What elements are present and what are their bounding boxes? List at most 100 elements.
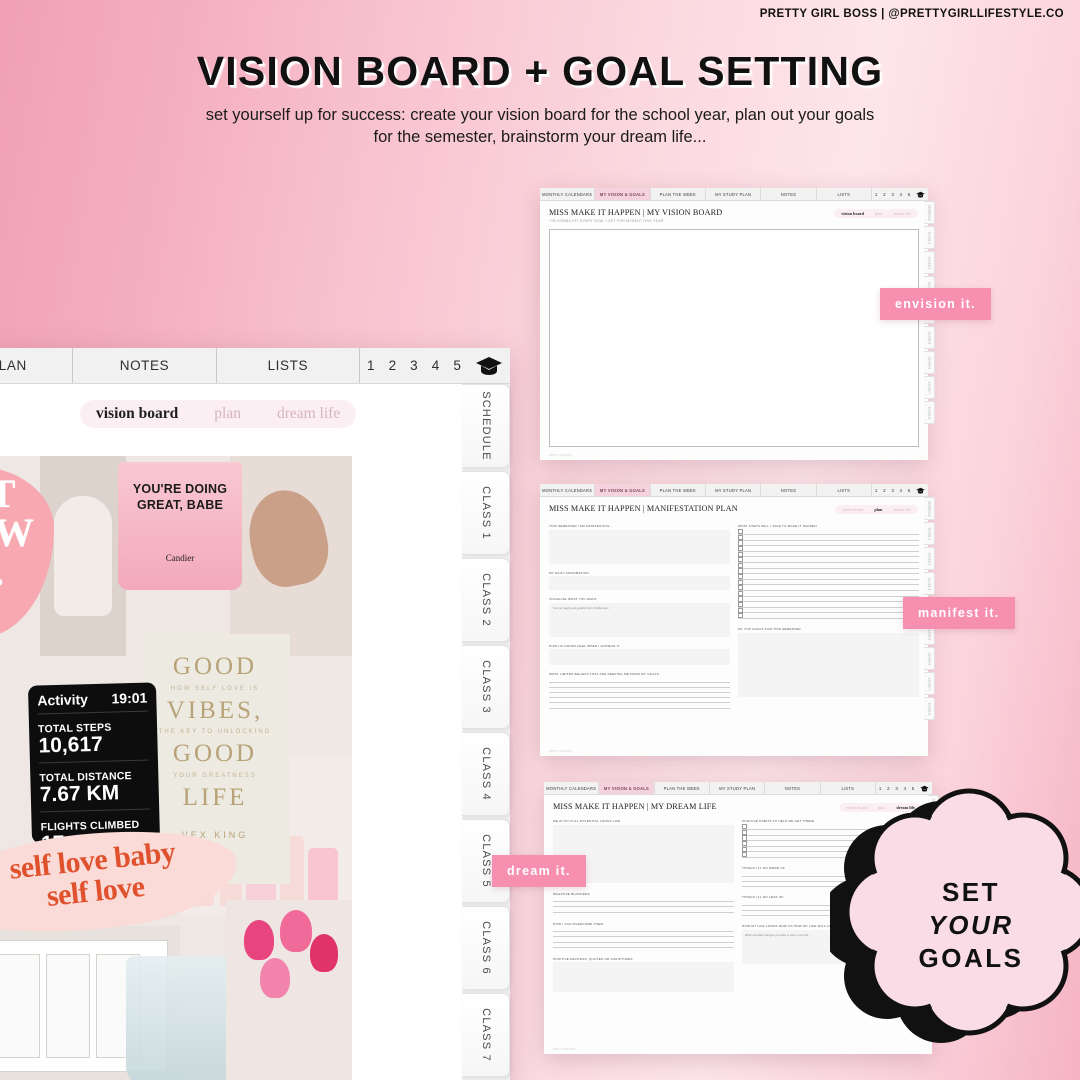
sidebar-item-class-2[interactable]: CLASS 2 [462,558,510,642]
sidebar-item-class-7[interactable]: CLASS 7 [924,376,935,399]
page-number-3[interactable]: 3 [410,358,418,373]
page-number-4[interactable]: 4 [432,358,440,373]
tab-my-study-plan[interactable]: MY STUDY PLAN [706,484,762,496]
sidebar-item-schedule[interactable]: SCHEDULE [462,384,510,468]
sidebar-item-class-2[interactable]: CLASS 2 [924,547,935,570]
big-planner-section-chips[interactable]: vision board plan dream life [80,400,357,428]
callout-manifest-it: manifest it. [903,597,1015,629]
tab-monthly-calendars[interactable]: MONTHLY CALENDARS [544,782,600,794]
sidebar-item-schedule[interactable]: SCHEDULE [924,201,935,224]
page-number-1[interactable]: 1 [367,358,375,373]
page-number-group[interactable]: 1 2 3 4 5 [872,484,928,496]
vision-board-canvas[interactable] [549,229,919,447]
page-number-5[interactable]: 5 [908,192,910,197]
page-number-1[interactable]: 1 [875,192,877,197]
graduation-cap-icon[interactable] [916,487,925,494]
field-group: HOW I CAN OVERCOME THEM [553,922,734,948]
tab-notes[interactable]: NOTES [765,782,821,794]
chip-plan[interactable]: plan [875,211,882,216]
sidebar-item-class-8[interactable]: CLASS 8 [924,401,935,424]
chip-plan[interactable]: plan [214,405,241,423]
sidebar-item-class-6[interactable]: CLASS 6 [924,351,935,374]
field-input[interactable] [549,678,730,709]
sidebar-item-class-1[interactable]: CLASS 1 [924,522,935,545]
tab-plan-the-week[interactable]: PLAN THE WEEK [651,188,706,200]
chip-vision-board[interactable]: vision board [841,211,864,216]
sidebar-item-class-1[interactable]: CLASS 1 [924,226,935,249]
page-number-4[interactable]: 4 [900,192,902,197]
tab-monthly-calendars[interactable]: MONTHLY CALENDARS [540,188,596,200]
tab-notes[interactable]: NOTES [761,188,817,200]
sidebar-item-class-3[interactable]: CLASS 3 [462,645,510,729]
candle-quote: YOU'RE DOING GREAT, BABE [132,482,228,512]
page-number-2[interactable]: 2 [883,488,885,493]
big-planner-side-tabs[interactable]: SCHEDULE CLASS 1 CLASS 2 CLASS 3 CLASS 4… [462,384,510,1080]
tab-study-plan[interactable]: Y PLAN [0,348,74,383]
page-number-3[interactable]: 3 [891,192,893,197]
checklist[interactable] [738,530,919,619]
activity-steps-value: 10,617 [38,732,104,758]
section-chips[interactable]: vision board plan dream life [834,505,918,514]
field-input[interactable]: "I am so happy and grateful that I final… [549,602,730,637]
field-input[interactable] [553,927,734,948]
brand-handle: PRETTY GIRL BOSS | @PRETTYGIRLLIFESTYLE.… [759,8,1064,20]
field-input[interactable] [553,897,734,913]
sidebar-item-class-6[interactable]: CLASS 6 [462,906,510,990]
page-number-3[interactable]: 3 [891,488,893,493]
activity-title: Activity [37,691,89,709]
field-group: MY TOP GOALS FOR THIS SEMESTER [738,627,919,697]
chip-dream-life[interactable]: dream life [277,405,340,423]
page-number-2[interactable]: 2 [883,192,885,197]
graduation-cap-icon[interactable] [475,355,503,376]
field-input[interactable] [549,529,730,564]
sidebar-item-class-2[interactable]: CLASS 2 [924,251,935,274]
sidebar-item-class-7[interactable]: CLASS 7 [924,672,935,695]
chip-vision-board[interactable]: vision board [96,405,178,423]
tab-notes[interactable]: NOTES [761,484,817,496]
chip-plan[interactable]: plan [874,507,882,512]
section-chips[interactable]: vision board plan dream life [834,209,918,218]
sidebar-item-class-8[interactable]: CLASS 8 [924,697,935,720]
collage-activity-widget: Activity 19:01 TOTAL STEPS 10,617 TOTAL … [27,682,161,856]
tab-my-vision-and-goals[interactable]: MY VISION & GOALS [595,188,651,200]
sidebar-item-class-7[interactable]: CLASS 7 [462,993,510,1077]
sidebar-item-class-6[interactable]: CLASS 6 [924,647,935,670]
sidebar-item-class-3[interactable]: CLASS 3 [924,572,935,595]
field-input[interactable] [738,632,919,697]
page-number-group[interactable]: 1 2 3 4 5 [360,348,510,383]
tab-plan-the-week[interactable]: PLAN THE WEEK [651,484,706,496]
chip-vision-board[interactable]: vision board [842,507,863,512]
sidebar-item-class-4[interactable]: CLASS 4 [462,732,510,816]
collage-photo-yoga [230,456,352,656]
tab-lists[interactable]: LISTS [217,348,360,383]
sidebar-item-schedule[interactable]: SCHEDULE [924,497,935,520]
page-number-1[interactable]: 1 [875,488,877,493]
badge-line-1: SET [941,876,1001,907]
activity-distance-value: 7.67 KM [39,781,120,807]
tab-plan-the-week[interactable]: PLAN THE WEEK [655,782,710,794]
tab-notes[interactable]: NOTES [73,348,217,383]
field-input[interactable] [553,962,734,993]
page-number-5[interactable]: 5 [908,488,910,493]
page-number-5[interactable]: 5 [453,358,461,373]
page-number-group[interactable]: 1 2 3 4 5 [872,188,928,200]
tab-my-study-plan[interactable]: MY STUDY PLAN [706,188,762,200]
chip-dream-life[interactable]: dream life [893,507,911,512]
tab-lists[interactable]: LISTS [817,188,872,200]
mockup1-tabbar: MONTHLY CALENDARS MY VISION & GOALS PLAN… [540,484,928,497]
page-number-2[interactable]: 2 [389,358,397,373]
tab-lists[interactable]: LISTS [817,484,872,496]
chip-dream-life[interactable]: dream life [893,211,911,216]
page-number-4[interactable]: 4 [900,488,902,493]
sidebar-item-class-5[interactable]: CLASS 5 [924,326,935,349]
sidebar-item-class-1[interactable]: CLASS 1 [462,471,510,555]
tab-my-vision-and-goals[interactable]: MY VISION & GOALS [599,782,655,794]
tab-my-vision-and-goals[interactable]: MY VISION & GOALS [595,484,651,496]
tab-monthly-calendars[interactable]: MONTHLY CALENDARS [540,484,596,496]
candle-brand: Candier [165,553,195,564]
field-input[interactable] [549,576,730,590]
tab-my-study-plan[interactable]: MY STUDY PLAN [710,782,766,794]
left-field-column: ME AT MY FULL POTENTIAL LOOKS LIKE NEGAT… [553,819,734,993]
field-input[interactable] [549,649,730,665]
graduation-cap-icon[interactable] [916,191,925,198]
